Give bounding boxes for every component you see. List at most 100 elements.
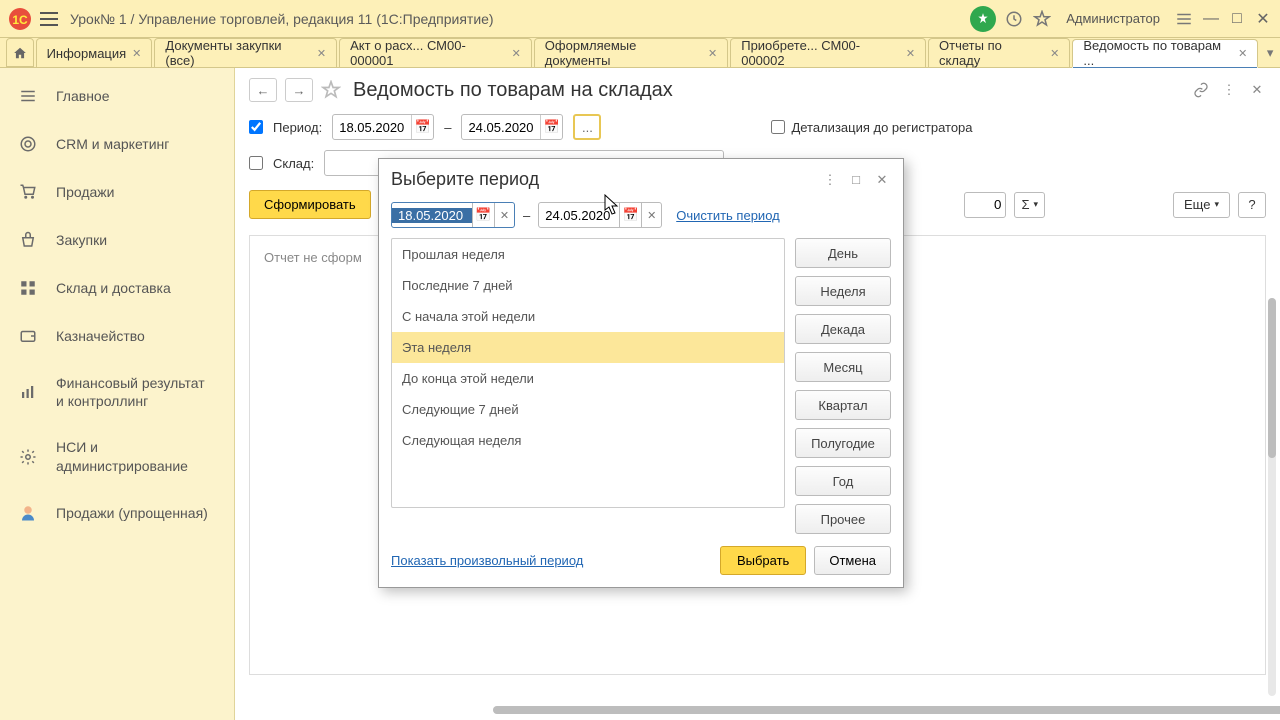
arbitrary-period-link[interactable]: Показать произвольный период [391,553,583,568]
sigma-button[interactable]: Σ ▾ [1014,192,1045,218]
tab[interactable]: Приобрете... СМ00-000002✕ [730,38,926,67]
period-checkbox[interactable] [249,120,263,134]
period-range-button[interactable]: Неделя [795,276,891,306]
period-item[interactable]: Эта неделя [392,332,784,363]
hamburger-icon[interactable] [40,12,58,26]
period-range-button[interactable]: День [795,238,891,268]
close-button[interactable]: ✕ [1254,10,1272,28]
period-from-field[interactable] [333,120,411,135]
modal-maximize-icon[interactable]: □ [847,171,865,189]
period-range-button[interactable]: Прочее [795,504,891,534]
favorite-icon[interactable] [321,80,341,100]
cancel-button[interactable]: Отмена [814,546,891,575]
sidebar-item[interactable]: Главное [0,72,234,120]
period-item[interactable]: До конца этой недели [392,363,784,394]
history-icon[interactable] [1004,9,1024,29]
nav-forward-button[interactable]: → [285,78,313,102]
calendar-icon[interactable]: 📅 [619,203,641,227]
form-button[interactable]: Сформировать [249,190,371,219]
minimize-button[interactable]: — [1202,10,1220,28]
chart-icon [18,382,38,402]
sidebar-item-label: Финансовый результат и контроллинг [56,374,216,410]
period-picker-button[interactable]: ... [573,114,601,140]
horizontal-scrollbar[interactable] [493,706,1256,714]
tab-close-icon[interactable]: ✕ [708,47,717,60]
period-label: Период: [273,120,322,135]
sidebar-item[interactable]: НСИ и администрирование [0,424,234,488]
help-button[interactable]: ? [1238,192,1266,218]
tabsbar: Информация✕Документы закупки (все)✕Акт о… [0,38,1280,68]
tabs-overflow-icon[interactable]: ▾ [1260,38,1280,67]
select-button[interactable]: Выбрать [720,546,806,575]
link-icon[interactable] [1192,81,1210,99]
modal-from-input[interactable]: 📅 ✕ [391,202,515,228]
sidebar-item[interactable]: Закупки [0,216,234,264]
period-item[interactable]: Следующие 7 дней [392,394,784,425]
dash: – [523,208,530,223]
clear-icon[interactable]: ✕ [641,203,661,227]
tab[interactable]: Оформляемые документы✕ [534,38,728,67]
app-logo: 1С [8,7,32,31]
tab-close-icon[interactable]: ✕ [906,47,915,60]
avatar-icon [18,503,38,523]
sidebar-item[interactable]: Казначейство [0,312,234,360]
sidebar-item[interactable]: CRM и маркетинг [0,120,234,168]
modal-close-icon[interactable]: ✕ [873,171,891,189]
tab-close-icon[interactable]: ✕ [317,47,326,60]
tab-close-icon[interactable]: ✕ [512,47,521,60]
period-item[interactable]: Последние 7 дней [392,270,784,301]
tab-close-icon[interactable]: ✕ [132,47,141,60]
settings-lines-icon[interactable] [1174,9,1194,29]
more-button[interactable]: Еще ▾ [1173,192,1230,218]
modal-more-icon[interactable]: ⋮ [821,171,839,189]
sidebar-item[interactable]: Склад и доставка [0,264,234,312]
tab[interactable]: Ведомость по товарам ...✕ [1072,39,1258,68]
maximize-button[interactable]: □ [1228,10,1246,28]
period-item[interactable]: Следующая неделя [392,425,784,456]
period-to-input[interactable]: 📅 [461,114,563,140]
more-icon[interactable]: ⋮ [1220,81,1238,99]
sidebar-item-label: Казначейство [56,327,216,345]
sidebar-item[interactable]: Финансовый результат и контроллинг [0,360,234,424]
star-icon[interactable] [1032,9,1052,29]
vertical-scrollbar[interactable] [1268,298,1276,696]
sklad-checkbox[interactable] [249,156,263,170]
calendar-icon[interactable]: 📅 [472,203,494,227]
period-to-field[interactable] [462,120,540,135]
period-range-button[interactable]: Квартал [795,390,891,420]
tab[interactable]: Акт о расх... СМ00-000001✕ [339,38,532,67]
wallet-icon [18,326,38,346]
nav-back-button[interactable]: ← [249,78,277,102]
sidebar-item[interactable]: Продажи (упрощенная) [0,489,234,537]
sklad-label: Склад: [273,156,314,171]
tab[interactable]: Информация✕ [36,38,153,67]
tab[interactable]: Документы закупки (все)✕ [154,38,337,67]
page-close-icon[interactable]: ✕ [1248,81,1266,99]
period-from-input[interactable]: 📅 [332,114,434,140]
sidebar-item-label: Главное [56,87,216,105]
sidebar-item-label: Закупки [56,231,216,249]
period-range-button[interactable]: Месяц [795,352,891,382]
tab[interactable]: Отчеты по складу✕ [928,38,1070,67]
period-range-button[interactable]: Год [795,466,891,496]
sidebar-item-label: Продажи [56,183,216,201]
sidebar-item[interactable]: Продажи [0,168,234,216]
clear-period-link[interactable]: Очистить период [676,208,780,223]
calendar-icon[interactable]: 📅 [540,115,562,139]
period-item[interactable]: Прошлая неделя [392,239,784,270]
modal-to-input[interactable]: 📅 ✕ [538,202,662,228]
detail-checkbox[interactable] [771,120,785,134]
calendar-icon[interactable]: 📅 [411,115,433,139]
home-button[interactable] [6,38,34,67]
notification-icon[interactable] [970,6,996,32]
period-item[interactable]: С начала этой недели [392,301,784,332]
modal-from-field[interactable] [392,208,472,223]
modal-to-field[interactable] [539,208,619,223]
user-name: Администратор [1066,11,1160,26]
period-range-button[interactable]: Декада [795,314,891,344]
tab-close-icon[interactable]: ✕ [1050,47,1059,60]
num-input[interactable] [964,192,1006,218]
tab-close-icon[interactable]: ✕ [1238,47,1247,60]
period-range-button[interactable]: Полугодие [795,428,891,458]
clear-icon[interactable]: ✕ [494,203,514,227]
